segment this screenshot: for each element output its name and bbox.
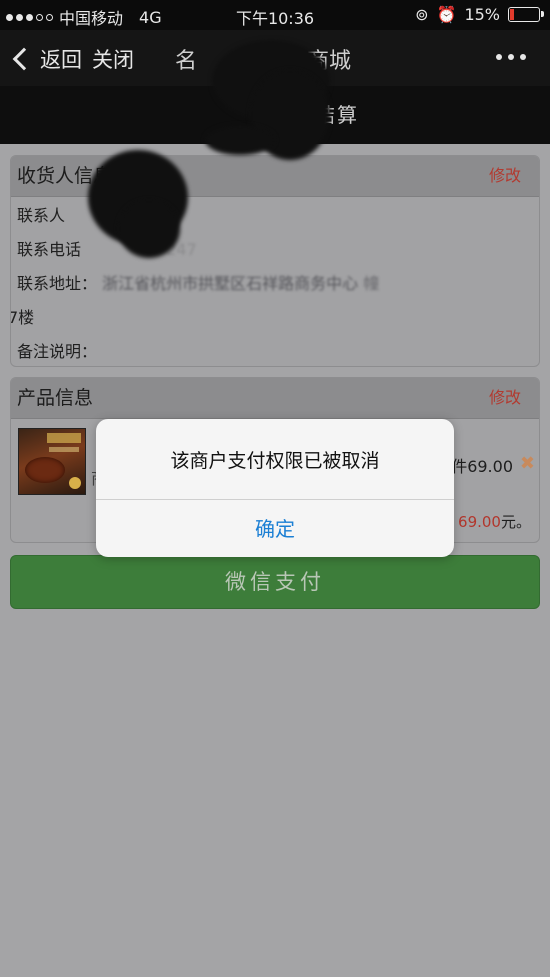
alarm-icon: ⏰ bbox=[436, 5, 457, 24]
address-row: 联系地址： 浙江省杭州市拱墅区石祥路商务中心 幢 bbox=[11, 267, 539, 301]
note-row: 备注说明： bbox=[11, 335, 539, 366]
remove-item-icon[interactable]: ✖ bbox=[520, 453, 535, 474]
more-dot-icon bbox=[508, 54, 514, 60]
page-title-start: 名 bbox=[175, 49, 198, 74]
alert-dialog: 该商户支付权限已被取消 确定 bbox=[96, 419, 454, 557]
more-dot-icon bbox=[520, 54, 526, 60]
product-panel-header: 产品信息 修改 bbox=[11, 378, 539, 419]
rotation-lock-icon: ⊚ bbox=[415, 5, 429, 24]
product-heading: 产品信息 bbox=[17, 387, 94, 409]
wechat-pay-button[interactable]: 微信支付 bbox=[10, 555, 540, 609]
address-value: 浙江省杭州市拱墅区石祥路商务中心 bbox=[102, 274, 359, 293]
total-suffix: 元。 bbox=[500, 513, 531, 531]
product-unit-price: 件69.00 bbox=[451, 457, 513, 476]
address-line-2: 7楼 bbox=[10, 308, 35, 327]
alert-confirm-button[interactable]: 确定 bbox=[96, 500, 454, 557]
redaction-mark bbox=[118, 200, 180, 258]
phone-label: 联系电话 bbox=[17, 240, 82, 259]
address-label: 联系地址： bbox=[17, 274, 98, 293]
phone-row: 联系电话 247 bbox=[11, 233, 539, 267]
more-menu-button[interactable] bbox=[496, 54, 526, 60]
note-label: 备注说明： bbox=[17, 342, 98, 361]
battery-fill bbox=[510, 9, 514, 20]
battery-percent: 15% bbox=[464, 5, 500, 24]
close-button[interactable]: 关闭 bbox=[92, 44, 134, 74]
more-dot-icon bbox=[496, 54, 502, 60]
back-button[interactable]: 返回 bbox=[12, 44, 82, 74]
edit-product-button[interactable]: 修改 bbox=[489, 378, 521, 418]
edit-recipient-button[interactable]: 修改 bbox=[489, 156, 521, 196]
address-value-end: 幢 bbox=[363, 274, 380, 293]
back-label: 返回 bbox=[40, 48, 82, 72]
address-row-2: 7楼 bbox=[11, 301, 539, 335]
battery-icon bbox=[508, 7, 544, 22]
alert-message: 该商户支付权限已被取消 bbox=[96, 419, 454, 500]
total-amount: 69.00 bbox=[458, 513, 501, 531]
redaction-mark bbox=[205, 125, 275, 155]
status-bar: 中国移动 4G 下午10:36 ⊚ ⏰ 15% bbox=[0, 0, 550, 30]
status-right: ⊚ ⏰ 15% bbox=[415, 5, 544, 24]
chevron-left-icon bbox=[12, 47, 36, 71]
contact-label: 联系人 bbox=[17, 206, 66, 225]
product-thumbnail[interactable] bbox=[18, 428, 86, 495]
